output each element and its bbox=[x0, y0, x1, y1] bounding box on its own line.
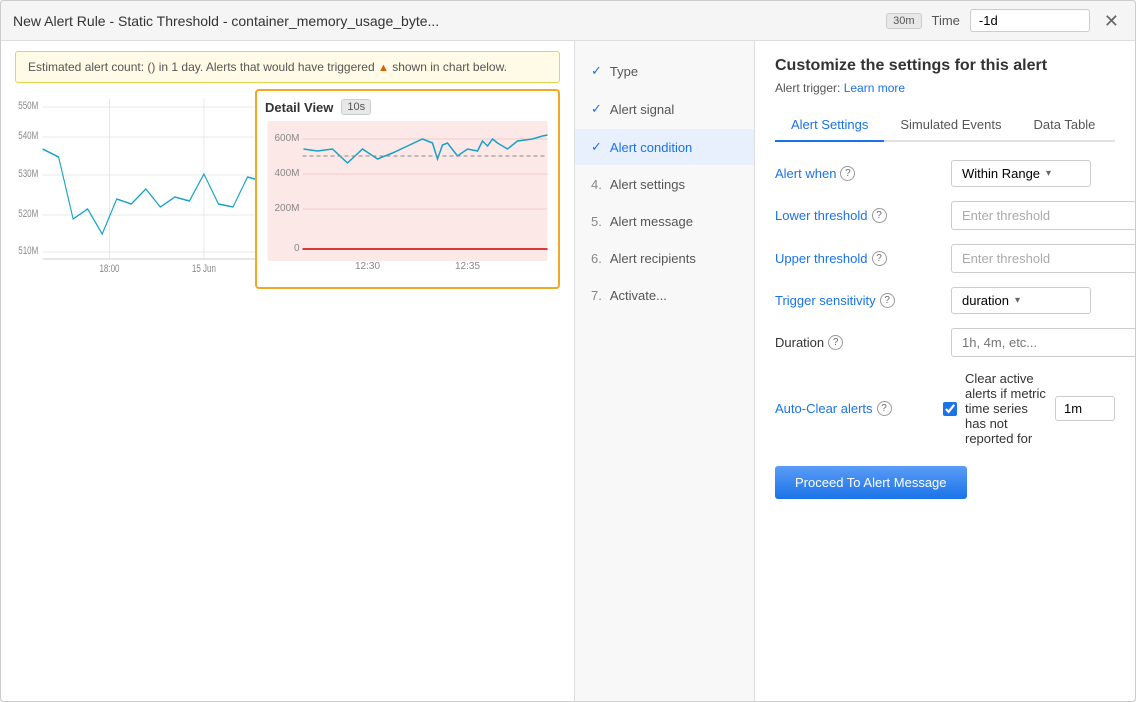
right-panel: ✓ Type ✓ Alert signal ✓ Alert condition … bbox=[575, 41, 1135, 701]
settings-title: Customize the settings for this alert bbox=[775, 57, 1115, 75]
alert-when-arrow-icon: ▾ bbox=[1046, 168, 1051, 179]
form-row-lower-threshold: Lower threshold ? bbox=[775, 201, 1115, 230]
sidebar-label-activate: Activate... bbox=[610, 288, 667, 303]
auto-clear-text: Clear active alerts if metric time serie… bbox=[965, 371, 1047, 446]
close-button[interactable]: ✕ bbox=[1100, 12, 1123, 30]
learn-more-link[interactable]: Learn more bbox=[844, 81, 905, 95]
sidebar-label-alert-condition: Alert condition bbox=[610, 140, 692, 155]
upper-threshold-label: Upper threshold ? bbox=[775, 251, 935, 266]
alert-trigger-row: Alert trigger: Learn more bbox=[775, 81, 1115, 95]
form-row-auto-clear: Auto-Clear alerts ? Clear active alerts … bbox=[775, 371, 1115, 446]
sidebar-label-type: Type bbox=[610, 64, 638, 79]
svg-text:540M: 540M bbox=[18, 130, 38, 143]
sidebar-item-alert-message[interactable]: 5. Alert message bbox=[575, 204, 754, 239]
time-input[interactable] bbox=[970, 9, 1090, 32]
upper-threshold-input[interactable] bbox=[951, 244, 1135, 273]
svg-text:12:30: 12:30 bbox=[355, 261, 380, 272]
auto-clear-help-icon[interactable]: ? bbox=[877, 401, 892, 416]
sidebar-label-alert-message: Alert message bbox=[610, 214, 693, 229]
alert-when-help-icon[interactable]: ? bbox=[840, 166, 855, 181]
form-row-upper-threshold: Upper threshold ? bbox=[775, 244, 1115, 273]
trigger-sensitivity-arrow-icon: ▾ bbox=[1015, 295, 1020, 306]
time-label: Time bbox=[932, 13, 960, 28]
sidebar-label-alert-recipients: Alert recipients bbox=[610, 251, 696, 266]
form-row-duration: Duration ? bbox=[775, 328, 1115, 357]
sidebar-label-alert-signal: Alert signal bbox=[610, 102, 674, 117]
trigger-sensitivity-label: Trigger sensitivity ? bbox=[775, 293, 935, 308]
alert-when-label: Alert when ? bbox=[775, 166, 935, 181]
lower-threshold-label: Lower threshold ? bbox=[775, 208, 935, 223]
header: New Alert Rule - Static Threshold - cont… bbox=[1, 1, 1135, 41]
form-row-alert-when: Alert when ? Within Range ▾ bbox=[775, 160, 1115, 187]
svg-text:0: 0 bbox=[294, 243, 300, 254]
tab-data-table[interactable]: Data Table bbox=[1018, 109, 1112, 142]
detail-view-badge: 10s bbox=[341, 99, 371, 115]
sidebar-label-alert-settings: Alert settings bbox=[610, 177, 685, 192]
tab-simulated-events[interactable]: Simulated Events bbox=[884, 109, 1017, 142]
svg-text:400M: 400M bbox=[274, 168, 299, 179]
sidebar-item-alert-recipients[interactable]: 6. Alert recipients bbox=[575, 241, 754, 276]
lower-threshold-help-icon[interactable]: ? bbox=[872, 208, 887, 223]
proceed-button-row: Proceed To Alert Message bbox=[775, 466, 1115, 499]
sidebar: ✓ Type ✓ Alert signal ✓ Alert condition … bbox=[575, 41, 755, 701]
sidebar-item-type[interactable]: ✓ Type bbox=[575, 53, 754, 89]
svg-text:15 Jun: 15 Jun bbox=[192, 263, 216, 276]
svg-text:530M: 530M bbox=[18, 168, 38, 181]
sidebar-item-alert-condition[interactable]: ✓ Alert condition bbox=[575, 129, 754, 165]
main-window: New Alert Rule - Static Threshold - cont… bbox=[0, 0, 1136, 702]
detail-chart: 600M 400M 200M 0 1 bbox=[265, 121, 550, 276]
tab-alert-settings[interactable]: Alert Settings bbox=[775, 109, 884, 142]
svg-text:600M: 600M bbox=[274, 133, 299, 144]
duration-label: Duration ? bbox=[775, 335, 935, 350]
detail-view: Detail View 10s 600M 400M 200M 0 bbox=[255, 89, 560, 289]
svg-text:18:00: 18:00 bbox=[99, 263, 119, 276]
svg-text:520M: 520M bbox=[18, 208, 38, 221]
duration-input[interactable] bbox=[951, 328, 1135, 357]
svg-text:200M: 200M bbox=[274, 203, 299, 214]
form-row-trigger-sensitivity: Trigger sensitivity ? duration ▾ bbox=[775, 287, 1115, 314]
trigger-sensitivity-help-icon[interactable]: ? bbox=[880, 293, 895, 308]
detail-view-title: Detail View bbox=[265, 100, 333, 115]
alert-when-dropdown[interactable]: Within Range ▾ bbox=[951, 160, 1091, 187]
tabs: Alert Settings Simulated Events Data Tab… bbox=[775, 109, 1115, 142]
chart-area: 550M 540M 530M 520M 510M bbox=[15, 89, 560, 691]
auto-clear-checkbox[interactable] bbox=[943, 402, 957, 416]
chart-section: Estimated alert count: () in 1 day. Aler… bbox=[1, 41, 575, 701]
auto-clear-label: Auto-Clear alerts ? bbox=[775, 401, 935, 416]
proceed-button[interactable]: Proceed To Alert Message bbox=[775, 466, 967, 499]
lower-threshold-input[interactable] bbox=[951, 201, 1135, 230]
alert-trigger-label: Alert trigger: bbox=[775, 81, 840, 95]
svg-text:12:35: 12:35 bbox=[455, 261, 480, 272]
svg-text:550M: 550M bbox=[18, 100, 38, 113]
auto-clear-duration-input[interactable] bbox=[1055, 396, 1115, 421]
window-title: New Alert Rule - Static Threshold - cont… bbox=[13, 13, 876, 29]
settings-panel: Customize the settings for this alert Al… bbox=[755, 41, 1135, 701]
triangle-icon: ▲ bbox=[378, 62, 389, 74]
svg-text:510M: 510M bbox=[18, 245, 38, 258]
trigger-sensitivity-dropdown[interactable]: duration ▾ bbox=[951, 287, 1091, 314]
upper-threshold-help-icon[interactable]: ? bbox=[872, 251, 887, 266]
duration-help-icon[interactable]: ? bbox=[828, 335, 843, 350]
sidebar-item-alert-settings[interactable]: 4. Alert settings bbox=[575, 167, 754, 202]
time-badge: 30m bbox=[886, 13, 921, 29]
sidebar-item-activate[interactable]: 7. Activate... bbox=[575, 278, 754, 313]
alert-banner: Estimated alert count: () in 1 day. Aler… bbox=[15, 51, 560, 83]
sidebar-item-alert-signal[interactable]: ✓ Alert signal bbox=[575, 91, 754, 127]
